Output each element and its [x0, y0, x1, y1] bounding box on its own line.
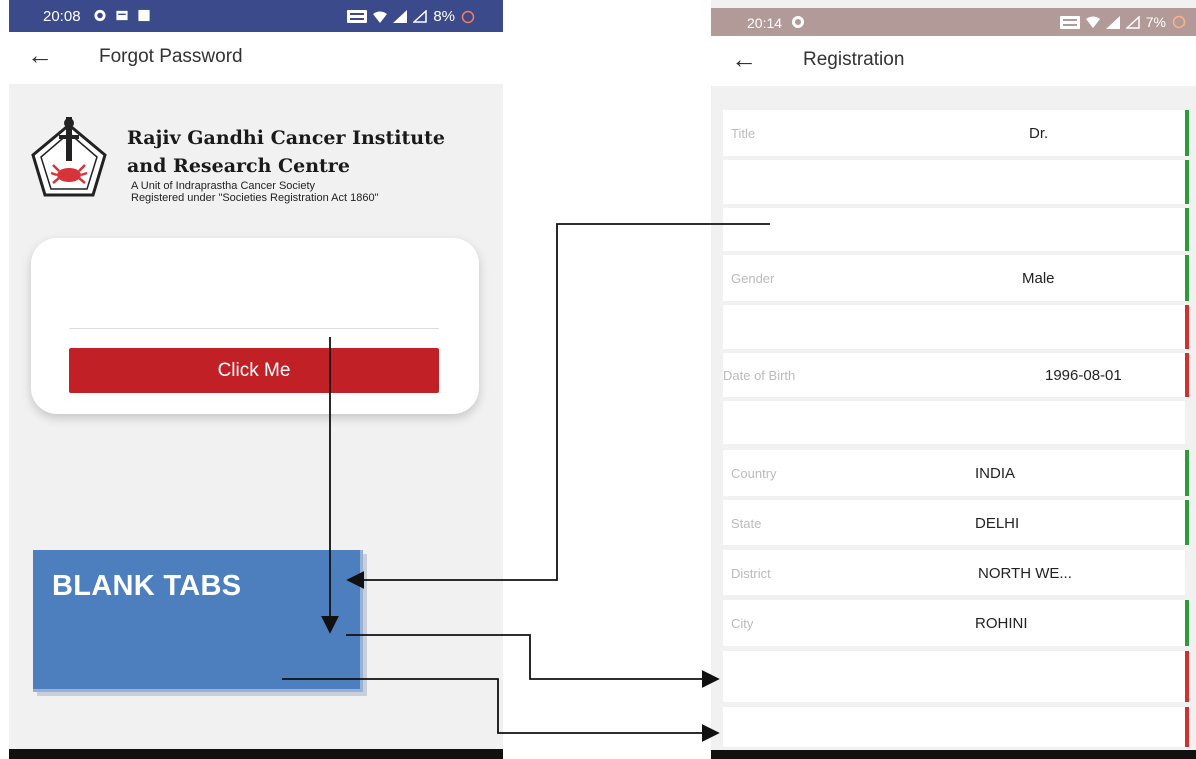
form-row-state[interactable]: State DELHI — [723, 500, 1189, 545]
nav-bar — [9, 749, 503, 759]
input-underline[interactable] — [69, 328, 439, 329]
wifi-icon — [373, 11, 388, 23]
invalid-indicator — [1185, 707, 1189, 747]
institute-subtitle: A Unit of Indraprastha Cancer Society Re… — [131, 180, 379, 204]
field-value: ROHINI — [975, 615, 1028, 632]
signal-empty-icon — [1125, 15, 1140, 29]
valid-indicator — [1185, 208, 1189, 251]
field-label: District — [731, 566, 771, 581]
institute-name: Rajiv Gandhi Cancer Institute and Resear… — [127, 124, 445, 180]
form-row-city[interactable]: City ROHINI — [723, 600, 1189, 646]
status-right-group: 8% — [347, 8, 475, 25]
field-value: INDIA — [975, 465, 1016, 482]
field-value: DELHI — [975, 515, 1020, 532]
status-bar: 20:14 7% — [711, 8, 1196, 36]
form-row-blank[interactable] — [723, 651, 1189, 702]
app-bar: ← Registration — [711, 36, 1196, 86]
page-title: Forgot Password — [99, 46, 243, 67]
field-label: City — [731, 616, 754, 631]
field-label: Date of Birth — [723, 368, 796, 383]
click-me-button[interactable]: Click Me — [69, 348, 439, 393]
form-row-blank[interactable] — [723, 305, 1189, 349]
nav-bar — [711, 750, 1196, 759]
field-label: Gender — [731, 271, 775, 286]
field-value: Male — [1022, 270, 1055, 287]
battery-ring-icon — [1172, 15, 1186, 29]
valid-indicator — [1185, 110, 1189, 156]
valid-indicator — [1185, 160, 1189, 204]
invalid-indicator — [1185, 651, 1189, 702]
field-value: Dr. — [1029, 125, 1049, 142]
valid-indicator — [1185, 450, 1189, 496]
field-label: State — [731, 516, 762, 531]
institute-sub-line1: A Unit of Indraprastha Cancer Society — [131, 180, 316, 192]
institute-logo — [23, 115, 115, 207]
field-value: 1996-08-01 — [1045, 367, 1122, 384]
alarm-icon — [792, 16, 804, 28]
alarm-icon — [94, 9, 106, 22]
page-title: Registration — [803, 49, 905, 70]
comparison-canvas: 20:08 8% ← Forgot Password Rajiv Gandhi … — [0, 0, 1196, 759]
hd-volte-icon — [347, 10, 368, 23]
form-row-blank[interactable] — [723, 401, 1185, 444]
status-time: 20:14 — [747, 15, 783, 31]
institute-name-line2: and Research Centre — [127, 155, 350, 177]
field-label: Country — [731, 466, 777, 481]
forgot-password-screen: 20:08 8% ← Forgot Password Rajiv Gandhi … — [9, 0, 503, 759]
reset-card: Click Me — [31, 238, 479, 414]
form-row-gender[interactable]: Gender Male — [723, 255, 1189, 301]
field-value: NORTH WE... — [978, 565, 1072, 582]
back-arrow-icon[interactable]: ← — [27, 40, 53, 71]
form-row-blank[interactable] — [723, 160, 1189, 204]
battery-ring-icon — [461, 10, 475, 23]
institute-emblem-icon — [31, 117, 107, 197]
battery-percent: 7% — [1145, 14, 1166, 30]
wifi-icon — [1085, 16, 1100, 28]
battery-percent: 8% — [433, 8, 455, 25]
form-row-country[interactable]: Country INDIA — [723, 450, 1189, 496]
signal-empty-icon — [413, 10, 428, 23]
form-row-date-of-birth[interactable]: Date of Birth 1996-08-01 — [723, 353, 1189, 397]
message-icon — [116, 10, 128, 21]
signal-icon — [1105, 15, 1120, 29]
status-time: 20:08 — [43, 8, 81, 25]
form-row-title[interactable]: Title Dr. — [723, 110, 1189, 156]
form-row-district[interactable]: District NORTH WE... — [723, 550, 1185, 595]
back-arrow-icon[interactable]: ← — [731, 44, 757, 75]
form-row-blank[interactable] — [723, 208, 1189, 251]
institute-sub-line2: Registered under "Societies Registration… — [131, 192, 379, 204]
field-label: Title — [731, 126, 756, 141]
annotation-label: BLANK TABS — [52, 570, 242, 602]
notification-icon — [138, 9, 150, 22]
form-row-blank[interactable] — [723, 707, 1189, 747]
app-bar: ← Forgot Password — [9, 32, 503, 84]
invalid-indicator — [1185, 353, 1189, 397]
status-right-group: 7% — [1059, 14, 1186, 30]
valid-indicator — [1185, 255, 1189, 301]
invalid-indicator — [1185, 305, 1189, 349]
annotation-box: BLANK TABS — [33, 550, 363, 692]
signal-icon — [393, 10, 408, 23]
registration-screen: 20:14 7% ← Registration Title Dr. Gender… — [711, 0, 1196, 759]
valid-indicator — [1185, 600, 1189, 646]
status-bar: 20:08 8% — [9, 0, 503, 32]
valid-indicator — [1185, 500, 1189, 545]
institute-name-line1: Rajiv Gandhi Cancer Institute — [127, 127, 445, 149]
hd-volte-icon — [1059, 15, 1080, 29]
